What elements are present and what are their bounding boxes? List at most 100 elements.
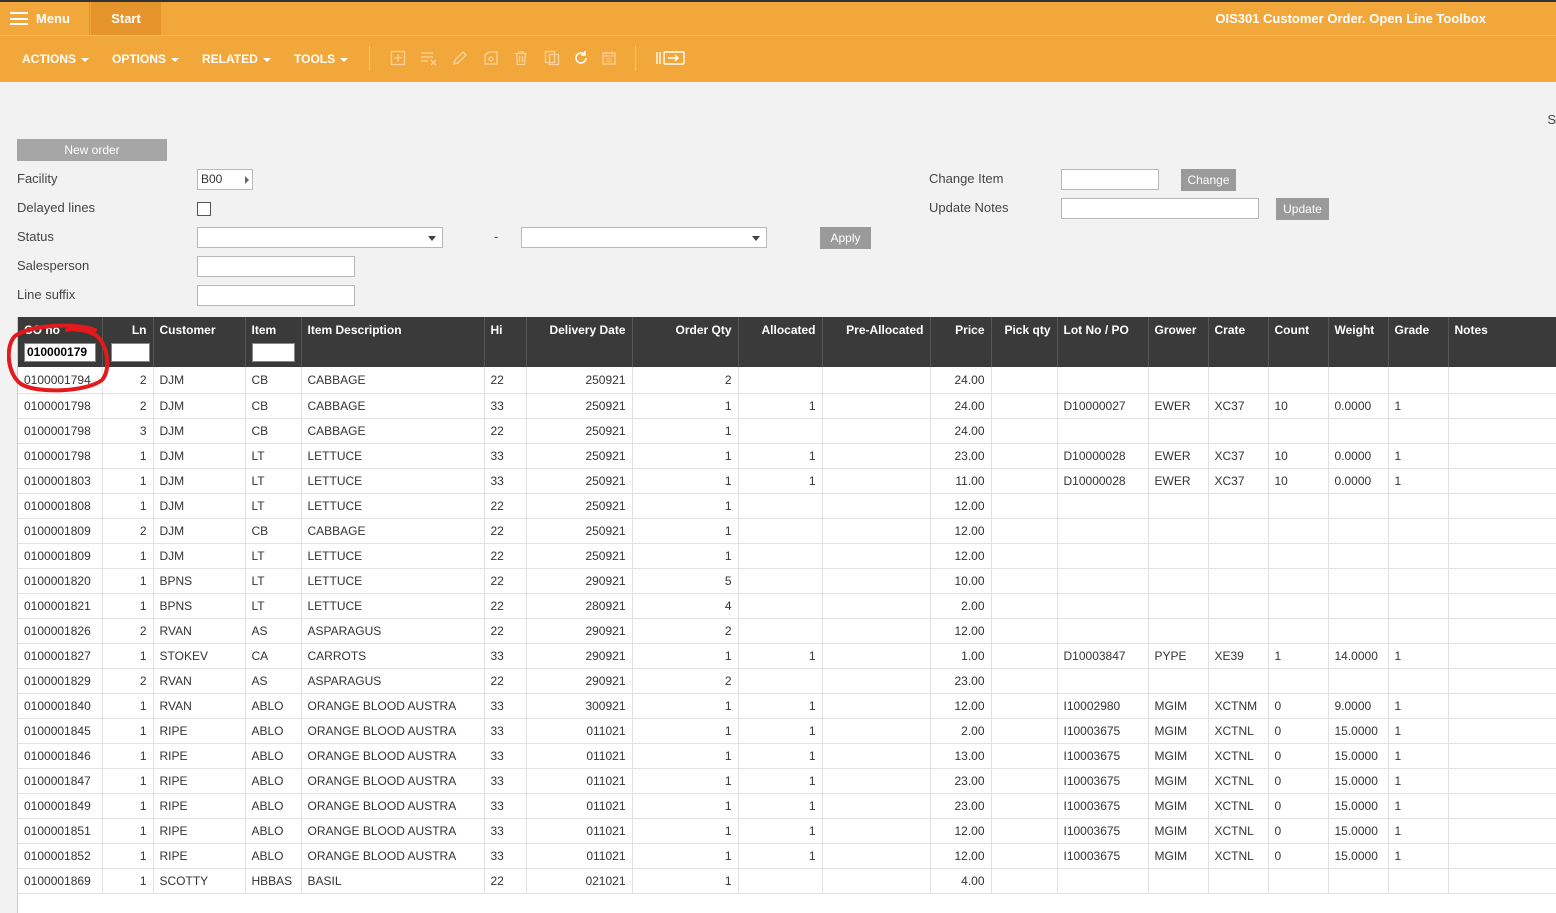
menu-button[interactable]: Menu xyxy=(0,2,90,35)
change-button[interactable]: Change xyxy=(1181,169,1236,191)
column-header-weight[interactable]: Weight xyxy=(1328,317,1389,367)
table-cell: 1 xyxy=(632,518,739,544)
table-cell: RVAN xyxy=(153,693,246,719)
table-cell: XCTNL xyxy=(1208,743,1269,769)
table-row[interactable]: 0100001849 1 RIPE ABLO ORANGE BLOOD AUSTRA 33… xyxy=(18,793,1556,819)
table-cell: 0100001851 xyxy=(18,818,103,844)
update-button[interactable]: Update xyxy=(1276,198,1329,220)
new-order-button[interactable]: New order xyxy=(17,139,167,161)
column-header-crate[interactable]: Crate xyxy=(1208,317,1269,367)
column-header-order-qty[interactable]: Order Qty xyxy=(632,317,739,367)
table-row[interactable]: 0100001869 1 SCOTTY HBBAS BASIL 22 021021 1 4.00 xyxy=(18,868,1556,894)
copy-lines-icon[interactable] xyxy=(420,50,438,68)
export-icon[interactable] xyxy=(656,50,686,68)
column-header-allocated[interactable]: Allocated xyxy=(738,317,823,367)
table-cell xyxy=(1057,543,1149,569)
column-header-item-description[interactable]: Item Description xyxy=(301,317,485,367)
table-cell: 1 xyxy=(102,718,154,744)
table-row[interactable]: 0100001794 2 DJM CB CABBAGE 22 250921 2 24.00 xyxy=(18,367,1556,394)
status-from-select[interactable] xyxy=(197,227,443,248)
top-bar: Menu Start OIS301 Customer Order. Open L… xyxy=(0,0,1556,35)
table-cell: 33 xyxy=(484,743,527,769)
column-header-grade[interactable]: Grade xyxy=(1388,317,1449,367)
table-cell xyxy=(1148,518,1209,544)
related-menu[interactable]: RELATED xyxy=(202,36,271,82)
table-cell: 22 xyxy=(484,618,527,644)
column-header-label: Item xyxy=(251,323,277,337)
table-cell: DJM xyxy=(153,418,246,444)
tools-menu[interactable]: TOOLS xyxy=(294,36,349,82)
table-cell: 0100001845 xyxy=(18,718,103,744)
table-cell: 15.0000 xyxy=(1328,843,1389,869)
table-row[interactable]: 0100001847 1 RIPE ABLO ORANGE BLOOD AUSTRA 33… xyxy=(18,768,1556,794)
column-header-pre-allocated[interactable]: Pre-Allocated xyxy=(822,317,931,367)
table-row[interactable]: 0100001798 2 DJM CB CABBAGE 33 250921 1 1 24.00 D1… xyxy=(18,393,1556,419)
table-row[interactable]: 0100001798 1 DJM LT LETTUCE 33 250921 1 1 23.00 D1… xyxy=(18,443,1556,469)
edit-icon[interactable] xyxy=(451,50,469,68)
table-cell: 1 xyxy=(102,443,154,469)
table-cell xyxy=(822,367,931,394)
table-row[interactable]: 0100001852 1 RIPE ABLO ORANGE BLOOD AUSTRA 33… xyxy=(18,843,1556,869)
delayed-lines-checkbox[interactable] xyxy=(197,202,211,216)
column-header-delivery-date[interactable]: Delivery Date xyxy=(526,317,633,367)
add-icon[interactable] xyxy=(389,50,407,68)
table-row[interactable]: 0100001826 2 RVAN AS ASPARAGUS 22 290921 2 12.00 xyxy=(18,618,1556,644)
table-row[interactable]: 0100001798 3 DJM CB CABBAGE 22 250921 1 24.00 xyxy=(18,418,1556,444)
table-cell: 290921 xyxy=(526,618,633,644)
table-cell: I10003675 xyxy=(1057,768,1149,794)
apply-button[interactable]: Apply xyxy=(820,227,871,249)
table-row[interactable]: 0100001809 1 DJM LT LETTUCE 22 250921 1 12.00 xyxy=(18,543,1556,569)
table-row[interactable]: 0100001845 1 RIPE ABLO ORANGE BLOOD AUSTRA 33… xyxy=(18,718,1556,744)
table-cell: 1 xyxy=(102,843,154,869)
table-row[interactable]: 0100001803 1 DJM LT LETTUCE 33 250921 1 1 11.00 D1… xyxy=(18,468,1556,494)
column-header-pick-qty[interactable]: Pick qty xyxy=(991,317,1058,367)
column-header-ln[interactable]: Ln xyxy=(102,317,154,367)
table-cell xyxy=(1448,818,1556,844)
table-cell: 1 xyxy=(632,393,739,419)
facility-field[interactable]: B00 xyxy=(197,169,253,190)
co-number-filter-input[interactable]: 010000179 xyxy=(24,343,96,362)
update-notes-input[interactable] xyxy=(1061,198,1259,219)
delete-icon[interactable] xyxy=(512,50,530,68)
options-menu[interactable]: OPTIONS xyxy=(112,36,180,82)
column-header-count[interactable]: Count xyxy=(1268,317,1329,367)
status-to-select[interactable] xyxy=(521,227,767,248)
table-row[interactable]: 0100001821 1 BPNS LT LETTUCE 22 280921 4 2.00 xyxy=(18,593,1556,619)
table-row[interactable]: 0100001827 1 STOKEV CA CARROTS 33 290921 1 1 1.00… xyxy=(18,643,1556,669)
table-cell xyxy=(738,668,823,694)
item-filter-input[interactable] xyxy=(251,343,295,362)
tab-start[interactable]: Start xyxy=(91,2,161,35)
save-icon[interactable] xyxy=(482,50,500,68)
table-cell xyxy=(1057,518,1149,544)
column-header-notes[interactable]: Notes xyxy=(1448,317,1556,367)
table-row[interactable]: 0100001840 1 RVAN ABLO ORANGE BLOOD AUSTRA 33… xyxy=(18,693,1556,719)
column-header-item[interactable]: Item xyxy=(245,317,302,367)
column-header-customer[interactable]: Customer xyxy=(153,317,246,367)
line-filter-input[interactable] xyxy=(110,343,150,362)
column-header-grower[interactable]: Grower xyxy=(1148,317,1209,367)
table-cell: CARROTS xyxy=(301,643,485,669)
line-suffix-input[interactable] xyxy=(197,285,355,306)
column-header-co-no[interactable]: CO no 010000179 xyxy=(18,317,103,367)
change-item-input[interactable] xyxy=(1061,169,1159,190)
table-row[interactable]: 0100001820 1 BPNS LT LETTUCE 22 290921 5 10.00 xyxy=(18,568,1556,594)
table-cell: 33 xyxy=(484,643,527,669)
duplicate-icon[interactable] xyxy=(543,50,561,68)
salesperson-input[interactable] xyxy=(197,256,355,277)
table-cell: 1 xyxy=(102,868,154,894)
actions-menu[interactable]: ACTIONS xyxy=(22,36,89,82)
table-row[interactable]: 0100001809 2 DJM CB CABBAGE 22 250921 1 12.00 xyxy=(18,518,1556,544)
refresh-icon[interactable] xyxy=(572,50,590,68)
table-row[interactable]: 0100001851 1 RIPE ABLO ORANGE BLOOD AUSTRA 33… xyxy=(18,818,1556,844)
column-header-label: Pre-Allocated xyxy=(846,323,924,337)
table-cell xyxy=(822,568,931,594)
calendar-icon[interactable] xyxy=(600,50,618,68)
table-cell: 1 xyxy=(102,768,154,794)
table-row[interactable]: 0100001846 1 RIPE ABLO ORANGE BLOOD AUSTRA 33… xyxy=(18,743,1556,769)
table-row[interactable]: 0100001829 2 RVAN AS ASPARAGUS 22 290921 2 23.00 xyxy=(18,668,1556,694)
column-header-lot-no-po[interactable]: Lot No / PO xyxy=(1057,317,1149,367)
table-row[interactable]: 0100001808 1 DJM LT LETTUCE 22 250921 1 12.00 xyxy=(18,493,1556,519)
column-header-price[interactable]: Price xyxy=(930,317,992,367)
column-header-hi[interactable]: Hi xyxy=(484,317,527,367)
table-cell: 1 xyxy=(102,543,154,569)
